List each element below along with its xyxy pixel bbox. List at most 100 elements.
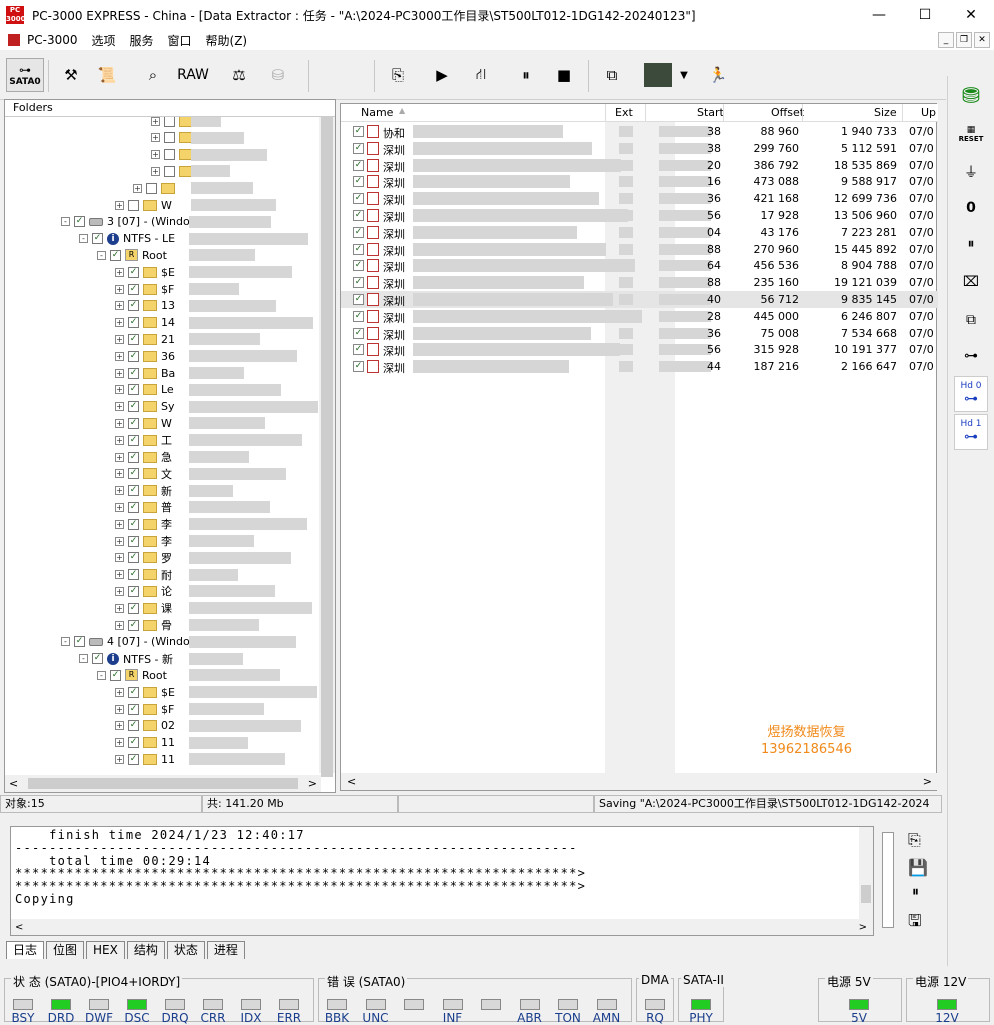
file-row[interactable]: ✓ 深圳 56 315 928 10 191 377 07/0 [341, 341, 938, 358]
file-row[interactable]: ✓ 深圳 56 17 928 13 506 960 07/0 [341, 207, 938, 224]
tree-checkbox[interactable] [164, 165, 175, 177]
scroll-icon[interactable]: 📜 [94, 58, 120, 92]
tree-row[interactable]: + ✓ 02 [115, 718, 175, 734]
tree-checkbox[interactable]: ✓ [128, 434, 139, 446]
tree-row[interactable]: + ✓ W [115, 415, 172, 431]
tree-checkbox[interactable]: ✓ [128, 468, 139, 480]
file-checkbox[interactable]: ✓ [353, 277, 364, 289]
image-icon[interactable] [644, 63, 672, 87]
menu-service[interactable]: 服务 [123, 32, 161, 49]
file-checkbox[interactable]: ✓ [353, 193, 364, 205]
tree-row[interactable]: + W [115, 197, 172, 213]
expand-icon[interactable]: + [115, 418, 124, 428]
power-switch-icon[interactable]: ⏚ [954, 156, 988, 188]
pause-icon[interactable]: ⏸ [514, 58, 538, 92]
tree-row[interactable]: + ✓ $F [115, 281, 174, 297]
tree-checkbox[interactable]: ✓ [128, 535, 139, 547]
zero-gauge-icon[interactable]: 0 [954, 192, 988, 224]
tree-checkbox[interactable]: ✓ [128, 367, 139, 379]
tree-checkbox[interactable]: ✓ [128, 737, 139, 749]
expand-icon[interactable]: + [115, 368, 124, 378]
scroll-left-arrow[interactable]: < [347, 775, 356, 788]
expand-icon[interactable]: + [115, 570, 124, 580]
file-row[interactable]: ✓ 深圳 88 270 960 15 445 892 07/0 [341, 241, 938, 258]
tree-row[interactable]: - ✓ 4 [07] - (Windo [61, 634, 190, 650]
file-checkbox[interactable]: ✓ [353, 176, 364, 188]
tree-checkbox[interactable] [146, 182, 157, 194]
file-checkbox[interactable]: ✓ [353, 294, 364, 305]
expand-icon[interactable]: + [115, 603, 124, 613]
tab-log[interactable]: 日志 [6, 941, 45, 959]
file-row[interactable]: ✓ 深圳 36 421 168 12 699 736 07/0 [341, 190, 938, 207]
tree-row[interactable]: + ✓ 文 [115, 466, 172, 482]
log-vertical-scrollbar[interactable] [859, 827, 873, 921]
scroll-right-arrow[interactable]: > [859, 922, 867, 933]
tree-checkbox[interactable]: ✓ [128, 266, 139, 278]
tree-row[interactable]: + ✓ 21 [115, 331, 175, 347]
tree-row[interactable]: + ✓ 耐 [115, 567, 172, 583]
drive-database-icon[interactable]: ⛃ [954, 80, 988, 112]
expand-icon[interactable]: + [115, 402, 124, 412]
binoculars-icon[interactable]: ⌕ [140, 58, 166, 92]
export-log-icon[interactable]: ⎘ [908, 830, 921, 850]
menu-help[interactable]: 帮助(Z) [199, 32, 255, 49]
tree-checkbox[interactable]: ✓ [128, 317, 139, 329]
tree-checkbox[interactable]: ✓ [128, 283, 139, 295]
col-ext[interactable]: Ext [615, 106, 633, 119]
expand-icon[interactable]: + [115, 334, 124, 344]
tree-checkbox[interactable]: ✓ [110, 249, 121, 261]
minimize-button[interactable]: — [856, 0, 902, 30]
tree-row[interactable]: + ✓ 11 [115, 751, 175, 767]
file-list-horizontal-scrollbar[interactable]: < > [341, 773, 938, 790]
tree-row[interactable]: + ✓ $E [115, 264, 175, 280]
file-row[interactable]: ✓ 深圳 64 456 536 8 904 788 07/0 [341, 257, 938, 274]
close-button[interactable]: ✕ [948, 0, 994, 30]
save-as-icon[interactable]: 🖫 [908, 910, 922, 937]
tree-row[interactable]: + ✓ Le [115, 382, 174, 398]
expand-icon[interactable]: + [115, 318, 124, 328]
tree-row[interactable]: + ✓ 李 [115, 533, 172, 549]
scroll-left-arrow[interactable]: < [11, 922, 23, 933]
file-checkbox[interactable]: ✓ [353, 361, 364, 373]
chevron-down-icon[interactable]: ▼ [676, 58, 692, 92]
tab-process[interactable]: 进程 [206, 941, 245, 959]
file-row[interactable]: ✓ 深圳 88 235 160 19 121 039 07/0 [341, 274, 938, 291]
scale-icon[interactable]: ⚖ [226, 58, 252, 92]
hd0-button[interactable]: Hd 0 ⊶ [954, 376, 988, 412]
tab-hex[interactable]: HEX [86, 941, 125, 959]
tree-checkbox[interactable]: ✓ [128, 300, 139, 312]
tree-row[interactable]: + ✓ 急 [115, 449, 172, 465]
scroll-right-arrow[interactable]: > [308, 777, 317, 790]
col-start[interactable]: Start [697, 106, 724, 119]
expand-icon[interactable]: + [115, 754, 124, 764]
tree-row[interactable]: + ✓ 课 [115, 600, 172, 616]
expand-icon[interactable]: + [115, 586, 124, 596]
tree-row[interactable]: + ✓ $E [115, 684, 175, 700]
file-checkbox[interactable]: ✓ [353, 142, 364, 154]
tree-horizontal-scrollbar[interactable]: < > [5, 775, 321, 792]
copy-icon[interactable]: ⧉ [598, 58, 626, 92]
tree-row[interactable]: - ✓ R Root [97, 247, 167, 263]
expand-icon[interactable]: + [115, 738, 124, 748]
tree-row[interactable]: + ✓ 骨 [115, 617, 172, 633]
expand-icon[interactable]: + [115, 267, 124, 277]
tree-checkbox[interactable]: ✓ [128, 720, 139, 732]
expand-icon[interactable]: + [115, 704, 124, 714]
file-row[interactable]: ✓ 深圳 36 75 008 7 534 668 07/0 [341, 325, 938, 342]
file-checkbox[interactable]: ✓ [353, 210, 364, 221]
tab-bitmap[interactable]: 位图 [46, 941, 85, 959]
tree-row[interactable]: + ✓ 论 [115, 583, 172, 599]
reset-button[interactable]: ▦ RESET [954, 118, 988, 150]
menu-window[interactable]: 窗口 [161, 32, 199, 49]
tree-checkbox[interactable]: ✓ [92, 233, 103, 245]
scroll-right-arrow[interactable]: > [923, 775, 932, 788]
tree-row[interactable]: + ✓ 工 [115, 432, 172, 448]
tools-icon[interactable]: ⚒ [58, 58, 84, 92]
tree-checkbox[interactable]: ✓ [128, 401, 139, 413]
file-checkbox[interactable]: ✓ [353, 159, 364, 171]
scroll-left-arrow[interactable]: < [9, 777, 18, 790]
expand-icon[interactable]: + [115, 519, 124, 529]
file-row[interactable]: ✓ 深圳 28 445 000 6 246 807 07/0 [341, 308, 938, 325]
expand-icon[interactable]: + [115, 620, 124, 630]
expand-icon[interactable]: + [151, 117, 160, 126]
